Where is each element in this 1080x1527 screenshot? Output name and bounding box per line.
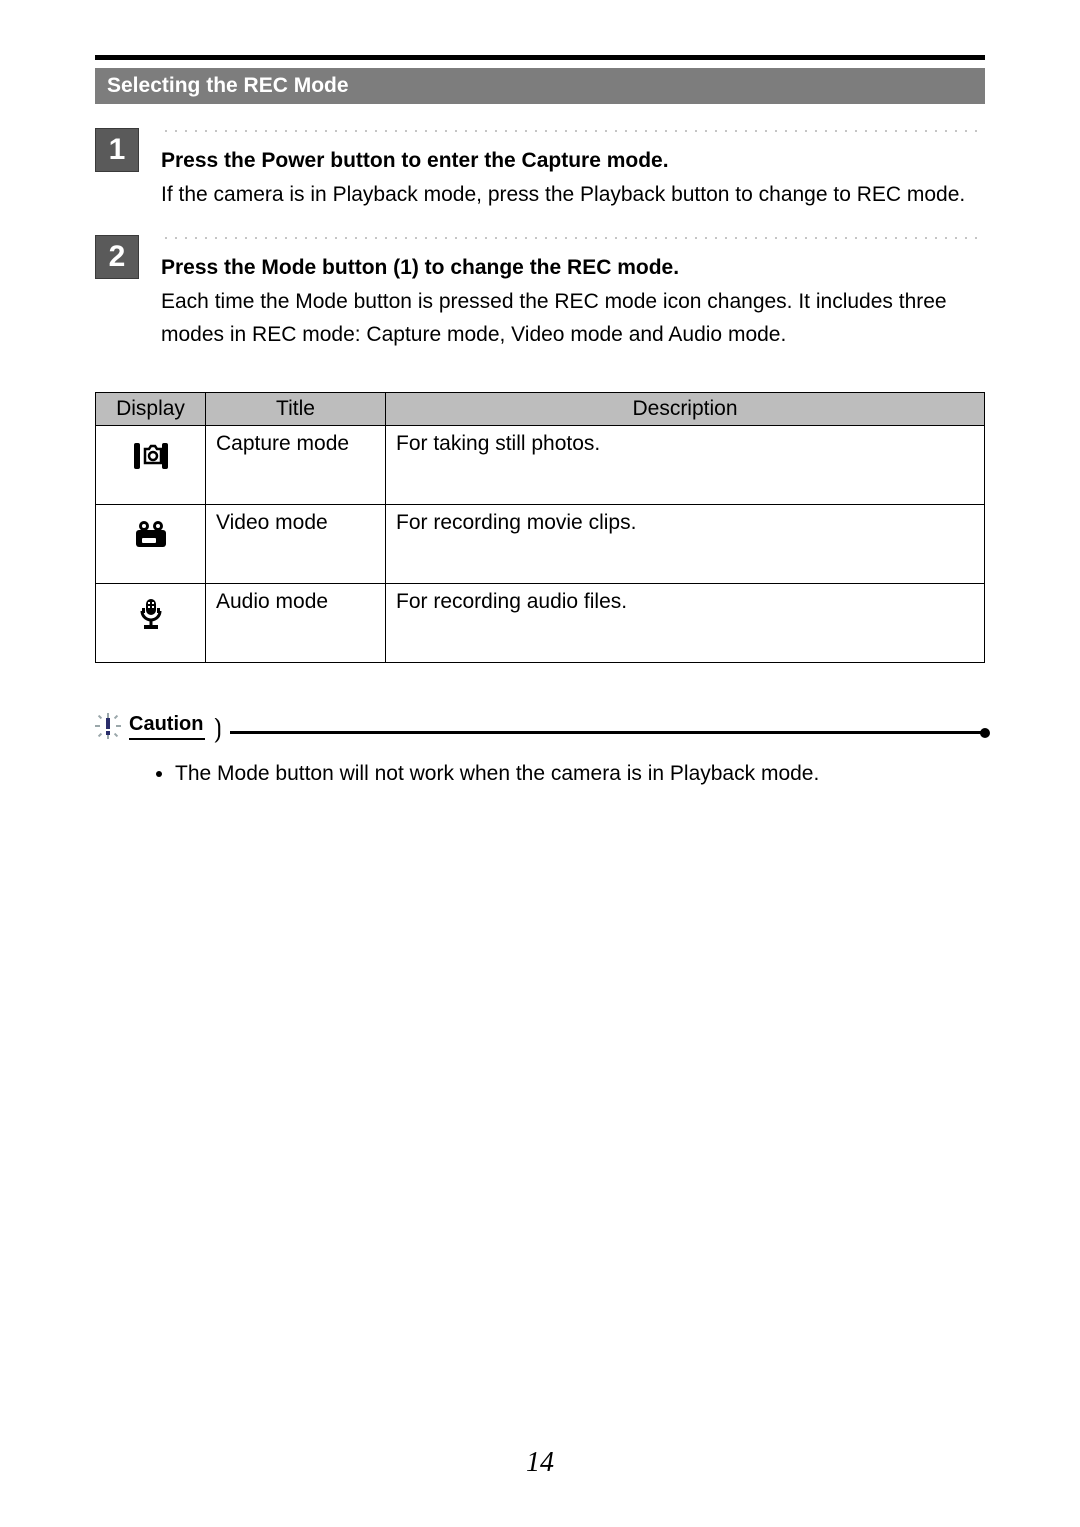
mode-title: Capture mode (206, 425, 386, 504)
manual-page: Selecting the REC Mode 1 Press the Power… (0, 0, 1080, 1527)
capture-mode-icon (106, 432, 195, 480)
mode-title: Audio mode (206, 583, 386, 662)
step-body: Press the Power button to enter the Capt… (161, 128, 985, 211)
caution-list: The Mode button will not work when the c… (95, 762, 985, 786)
caution-block: Caution ⟯ The Mode button will not work … (95, 713, 985, 786)
top-rule (95, 55, 985, 60)
mode-description: For taking still photos. (386, 425, 985, 504)
step-2: 2 Press the Mode button (1) to change th… (95, 235, 985, 352)
step-heading: Press the Mode button (1) to change the … (161, 251, 985, 285)
audio-mode-icon (106, 590, 195, 638)
caution-item: The Mode button will not work when the c… (175, 762, 985, 786)
section-header: Selecting the REC Mode (95, 68, 985, 104)
step-1: 1 Press the Power button to enter the Ca… (95, 128, 985, 211)
caution-icon (95, 713, 121, 739)
page-number: 14 (0, 1447, 1080, 1479)
table-row: Audio mode For recording audio files. (96, 583, 985, 662)
step-body: Press the Mode button (1) to change the … (161, 235, 985, 352)
rec-modes-table: Display Title Description (95, 392, 985, 663)
step-number-badge: 2 (95, 235, 139, 279)
mode-title: Video mode (206, 504, 386, 583)
mode-description: For recording audio files. (386, 583, 985, 662)
video-mode-icon (106, 511, 195, 559)
col-header-display: Display (96, 392, 206, 425)
table-header-row: Display Title Description (96, 392, 985, 425)
table-row: Video mode For recording movie clips. (96, 504, 985, 583)
step-heading: Press the Power button to enter the Capt… (161, 144, 985, 178)
dotted-separator (161, 235, 985, 241)
mode-description: For recording movie clips. (386, 504, 985, 583)
step-text: If the camera is in Playback mode, press… (161, 178, 985, 212)
caution-header: Caution ⟯ (95, 713, 985, 740)
table-row: Capture mode For taking still photos. (96, 425, 985, 504)
dotted-separator (161, 128, 985, 134)
step-number-badge: 1 (95, 128, 139, 172)
caution-label: Caution (129, 713, 205, 740)
col-header-description: Description (386, 392, 985, 425)
caution-bracket: ⟯ (213, 715, 222, 741)
step-text: Each time the Mode button is pressed the… (161, 285, 985, 352)
caution-rule (230, 731, 985, 734)
col-header-title: Title (206, 392, 386, 425)
